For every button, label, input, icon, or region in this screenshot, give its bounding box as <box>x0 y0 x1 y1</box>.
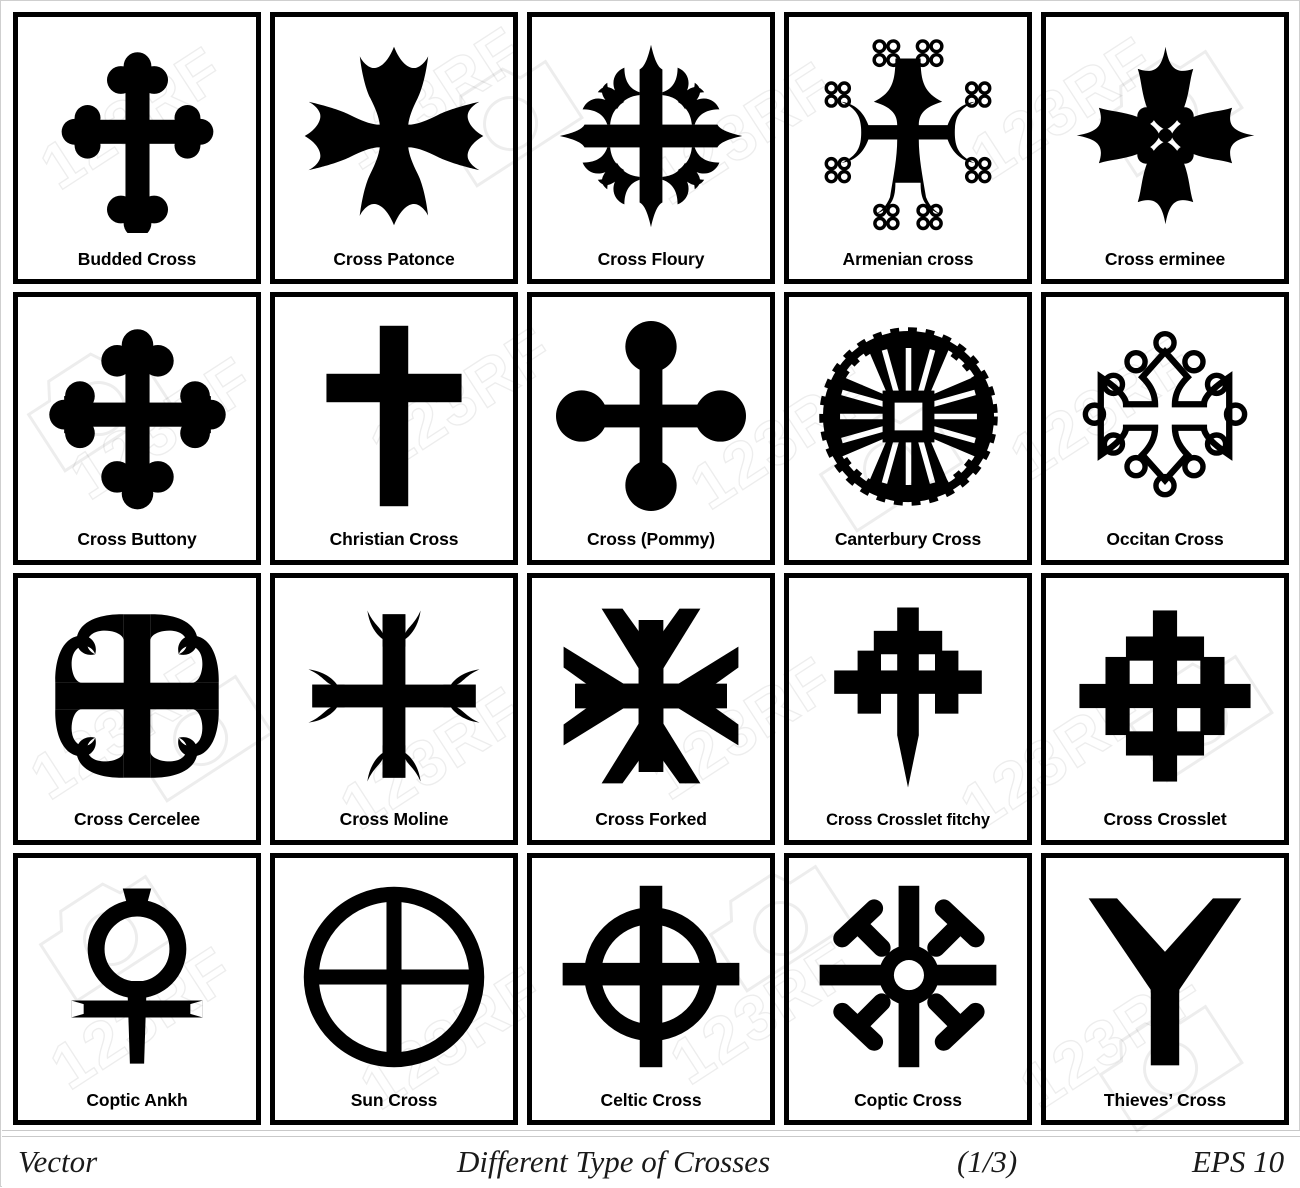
cross-cell-label: Christian Cross <box>329 529 459 549</box>
cross-cell-label: Cross Moline <box>339 809 449 830</box>
footer-vector-label: Vector <box>18 1144 98 1179</box>
cross-cell-label: Coptic Cross <box>854 1089 962 1110</box>
canterbury-cross-icon <box>789 297 1027 531</box>
cross-cell-label: Cross Cercelee <box>73 809 201 830</box>
cross-cell-cross-patonce[interactable]: Cross Patonce <box>270 12 518 285</box>
cross-erminee-icon <box>1046 17 1284 251</box>
cross-cell-coptic-ankh[interactable]: Coptic Ankh <box>13 852 261 1125</box>
christian-cross-icon <box>275 297 513 531</box>
cross-cell-label: Cross Buttony <box>77 529 197 549</box>
cross-cell-label: Cross Floury <box>597 248 705 269</box>
armenian-cross-icon <box>789 17 1027 251</box>
cross-cell-label: Occitan Cross <box>1106 529 1224 549</box>
occitan-cross-icon <box>1046 297 1284 531</box>
cross-cell-label: Cross (Pommy) <box>586 529 716 549</box>
budded-cross-icon <box>18 17 256 251</box>
cross-moline-icon <box>275 578 513 812</box>
cross-cell-label: Armenian cross <box>842 248 974 269</box>
footer-format-label: EPS 10 <box>1192 1144 1285 1179</box>
cross-forked-icon <box>532 578 770 812</box>
footer-title: Different Type of Crosses <box>457 1144 771 1179</box>
cross-grid: Budded Cross Cross Patonce Cross Floury … <box>13 12 1289 1125</box>
cross-cell-cross-crosslet[interactable]: Cross Crosslet <box>1041 572 1289 845</box>
cross-cell-label: Cross erminee <box>1104 248 1226 269</box>
footer-bar: Vector Different Type of Crosses (1/3) E… <box>2 1130 1300 1187</box>
cross-cell-christian-cross[interactable]: Christian Cross <box>270 292 518 565</box>
cross-cell-label: Cross Crosslet <box>1103 809 1227 830</box>
cross-cell-budded-cross[interactable]: Budded Cross <box>13 12 261 285</box>
footer-page-indicator: (1/3) <box>957 1144 1018 1179</box>
cross-cell-canterbury-cross[interactable]: Canterbury Cross <box>784 292 1032 565</box>
sun-cross-icon <box>275 858 513 1092</box>
cross-cell-label: Thieves’ Cross <box>1103 1089 1227 1110</box>
cross-cell-armenian-cross[interactable]: Armenian cross <box>784 12 1032 285</box>
cross-floury-icon <box>532 17 770 251</box>
cross-cell-label: Celtic Cross <box>600 1089 702 1110</box>
cross-cell-cross-forked[interactable]: Cross Forked <box>527 572 775 845</box>
cross-pommy-icon <box>532 297 770 531</box>
cross-crosslet-fitchy-icon <box>789 578 1027 813</box>
coptic-cross-icon <box>789 858 1027 1092</box>
cross-patonce-icon <box>275 17 513 251</box>
cross-cell-thieves-cross[interactable]: Thieves’ Cross <box>1041 852 1289 1125</box>
cross-cell-cross-buttony[interactable]: Cross Buttony <box>13 292 261 565</box>
cross-cell-cross-pommy[interactable]: Cross (Pommy) <box>527 292 775 565</box>
cross-cell-cross-moline[interactable]: Cross Moline <box>270 572 518 845</box>
cross-cell-cross-crosslet-fitchy[interactable]: Cross Crosslet fitchy <box>784 572 1032 845</box>
cross-cell-cross-floury[interactable]: Cross Floury <box>527 12 775 285</box>
cross-cell-occitan-cross[interactable]: Occitan Cross <box>1041 292 1289 565</box>
thieves-cross-icon <box>1046 858 1284 1092</box>
illustration-page: Budded Cross Cross Patonce Cross Floury … <box>0 0 1300 1187</box>
cross-cell-label: Cross Forked <box>595 809 707 830</box>
cross-cell-label: Sun Cross <box>350 1089 438 1110</box>
cross-cell-celtic-cross[interactable]: Celtic Cross <box>527 852 775 1125</box>
coptic-ankh-icon <box>18 858 256 1092</box>
cross-cell-label: Coptic Ankh <box>86 1089 188 1110</box>
cross-cell-label: Budded Cross <box>77 248 197 269</box>
cross-cell-label: Canterbury Cross <box>834 529 982 549</box>
cross-crosslet-icon <box>1046 578 1284 812</box>
cross-buttony-icon <box>18 297 256 531</box>
celtic-cross-icon <box>532 858 770 1092</box>
cross-cercelee-icon <box>18 578 256 812</box>
cross-cell-cross-erminee[interactable]: Cross erminee <box>1041 12 1289 285</box>
cross-cell-cross-cercelee[interactable]: Cross Cercelee <box>13 572 261 845</box>
cross-cell-coptic-cross[interactable]: Coptic Cross <box>784 852 1032 1125</box>
cross-cell-label: Cross Crosslet fitchy <box>826 811 990 830</box>
cross-cell-sun-cross[interactable]: Sun Cross <box>270 852 518 1125</box>
cross-cell-label: Cross Patonce <box>333 248 455 269</box>
